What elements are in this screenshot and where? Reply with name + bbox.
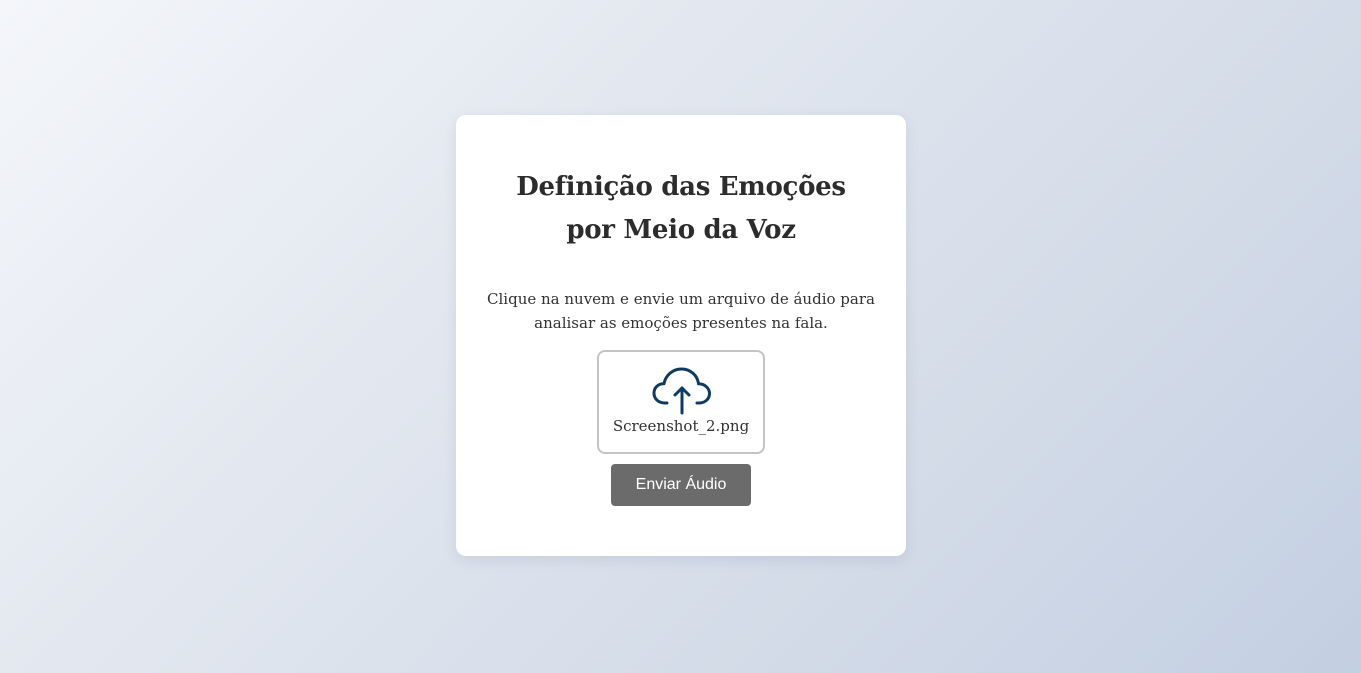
upload-card: Definição das Emoções por Meio da Voz Cl… — [456, 115, 906, 556]
instructions-text: Clique na nuvem e envie um arquivo de áu… — [487, 290, 875, 332]
page-title: Definição das Emoções por Meio da Voz — [516, 172, 846, 245]
selected-file-name: Screenshot_2.png — [612, 417, 750, 435]
send-audio-button[interactable]: Enviar Áudio — [611, 464, 751, 506]
audio-upload-dropzone[interactable]: Screenshot_2.png — [597, 350, 765, 454]
cloud-upload-icon — [652, 367, 711, 415]
